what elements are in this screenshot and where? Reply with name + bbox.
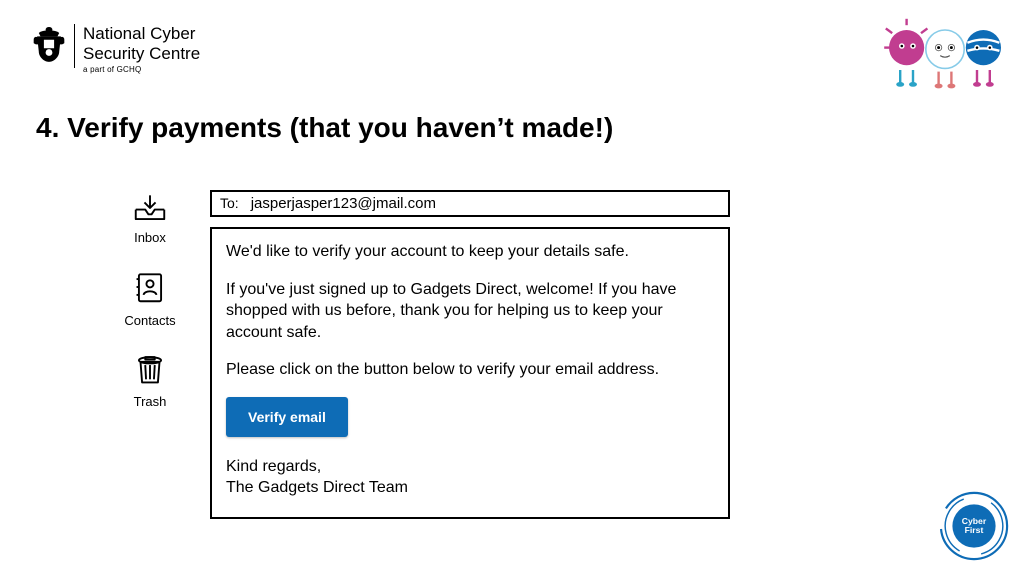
- logo-divider: [74, 24, 75, 68]
- email-body: We'd like to verify your account to keep…: [210, 227, 730, 519]
- email-para-2: If you've just signed up to Gadgets Dire…: [226, 279, 714, 344]
- email-to-field: To: jasperjasper123@jmail.com: [210, 190, 730, 217]
- to-label: To:: [220, 195, 239, 211]
- email-para-1: We'd like to verify your account to keep…: [226, 241, 714, 263]
- slide-title: 4. Verify payments (that you haven’t mad…: [36, 112, 613, 144]
- sidebar-item-contacts[interactable]: Contacts: [124, 267, 175, 328]
- badge-text-1: Cyber: [962, 516, 987, 526]
- logo-line-1: National Cyber: [83, 24, 200, 44]
- badge-text-2: First: [965, 525, 984, 535]
- email-signoff-1: Kind regards,: [226, 457, 714, 478]
- logo-line-2: Security Centre: [83, 44, 200, 64]
- crest-icon: [32, 24, 66, 64]
- to-address: jasperjasper123@jmail.com: [251, 195, 436, 212]
- sidebar-label-trash: Trash: [134, 394, 167, 409]
- sidebar-item-inbox[interactable]: Inbox: [131, 192, 169, 245]
- verify-email-button[interactable]: Verify email: [226, 397, 348, 437]
- sidebar-label-contacts: Contacts: [124, 313, 175, 328]
- cyber-first-badge: Cyber First: [938, 490, 1010, 562]
- email-signoff-2: The Gadgets Direct Team: [226, 478, 714, 499]
- trash-icon: [131, 350, 169, 388]
- email-para-3: Please click on the button below to veri…: [226, 359, 714, 381]
- sidebar-label-inbox: Inbox: [134, 230, 166, 245]
- sidebar-item-trash[interactable]: Trash: [131, 350, 169, 409]
- logo-subtext: a part of GCHQ: [83, 65, 200, 74]
- mascot-illustration: [880, 14, 1010, 94]
- contacts-icon: [131, 267, 169, 307]
- inbox-icon: [131, 192, 169, 224]
- ncsc-logo: National Cyber Security Centre a part of…: [32, 24, 200, 74]
- mail-sidebar: Inbox Contacts: [110, 192, 190, 409]
- email-preview: To: jasperjasper123@jmail.com We'd like …: [210, 190, 730, 519]
